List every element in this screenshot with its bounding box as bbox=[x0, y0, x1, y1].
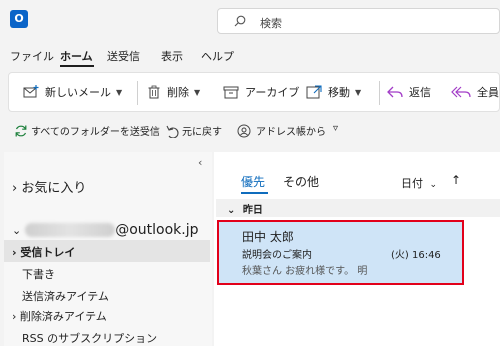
tab-other[interactable]: その他 bbox=[283, 173, 319, 190]
sort-label: 日付 bbox=[401, 177, 423, 190]
message-sender: 田中 太郎 bbox=[242, 230, 294, 244]
group-label: 昨日 bbox=[242, 205, 263, 216]
reply-label: 返信 bbox=[409, 86, 431, 99]
active-tab-indicator bbox=[60, 65, 94, 67]
archive-icon bbox=[223, 86, 239, 99]
tab-home[interactable]: ホーム bbox=[60, 48, 93, 64]
tab-send-receive[interactable]: 送受信 bbox=[107, 48, 140, 64]
new-mail-label: 新しいメール bbox=[45, 86, 111, 99]
message-preview: 秋葉さん お疲れ様です。 明 bbox=[242, 266, 368, 277]
folder-deleted[interactable]: › 削除済みアイテム bbox=[12, 308, 107, 324]
chevron-down-icon[interactable]: ▼ bbox=[194, 88, 200, 97]
message-item[interactable]: 田中 太郎 説明会のご案内 (火) 16:46 秋葉さん お疲れ様です。 明 bbox=[217, 220, 464, 285]
address-book-icon bbox=[237, 124, 251, 137]
send-receive-all-label: すべてのフォルダーを送受信 bbox=[31, 127, 160, 138]
folder-inbox[interactable]: › 受信トレイ bbox=[12, 244, 75, 260]
folder-label: 受信トレイ bbox=[20, 246, 76, 259]
send-receive-all-button[interactable]: すべてのフォルダーを送受信 bbox=[14, 123, 160, 138]
quick-access-toolbar: すべてのフォルダーを送受信 元に戻す アドレス帳から ▿ bbox=[0, 116, 500, 146]
new-mail-icon bbox=[23, 85, 39, 98]
reply-icon bbox=[387, 86, 403, 98]
outlook-logo-icon: O bbox=[10, 10, 28, 28]
reply-button[interactable]: 返信 bbox=[387, 84, 431, 100]
reply-all-button[interactable]: 全員 bbox=[451, 84, 499, 100]
more-options-label: ▿ bbox=[333, 123, 339, 134]
tab-file[interactable]: ファイル bbox=[10, 48, 54, 64]
account-domain: @outlook.jp bbox=[115, 222, 199, 238]
archive-label: アーカイブ bbox=[245, 86, 300, 99]
folder-sent[interactable]: 送信済みアイテム bbox=[22, 288, 109, 304]
reply-all-icon bbox=[451, 86, 471, 98]
favorites-folder[interactable]: › お気に入り bbox=[12, 177, 86, 196]
undo-icon bbox=[166, 125, 179, 138]
sync-icon bbox=[15, 125, 27, 136]
ribbon-divider bbox=[137, 81, 138, 105]
chevron-right-icon: › bbox=[12, 181, 18, 196]
move-label: 移動 bbox=[328, 86, 350, 99]
sort-direction-arrow-icon[interactable]: ↑ bbox=[451, 173, 461, 187]
message-time: (火) 16:46 bbox=[391, 250, 441, 261]
more-options-button[interactable]: ▿ bbox=[333, 123, 338, 134]
title-bar: O 検索 bbox=[0, 0, 500, 44]
move-folder-icon bbox=[306, 85, 322, 99]
reply-all-label: 全員 bbox=[477, 86, 499, 99]
search-icon bbox=[234, 15, 246, 27]
chevron-right-icon: › bbox=[12, 310, 17, 323]
search-box[interactable]: 検索 bbox=[217, 8, 500, 34]
folder-label: 削除済みアイテム bbox=[19, 310, 107, 323]
archive-button[interactable]: アーカイブ bbox=[223, 84, 299, 100]
undo-label: 元に戻す bbox=[182, 127, 222, 138]
collapse-pane-chevron-icon[interactable]: ‹ bbox=[198, 156, 202, 169]
folder-drafts[interactable]: 下書き bbox=[22, 266, 55, 282]
account-name-redacted bbox=[25, 223, 116, 237]
sort-dropdown[interactable]: 日付 ⌄ bbox=[401, 175, 437, 191]
chevron-down-icon[interactable]: ▼ bbox=[116, 88, 122, 97]
trash-icon bbox=[148, 85, 160, 99]
tab-focused[interactable]: 優先 bbox=[241, 173, 265, 190]
folder-label: 送信済みアイテム bbox=[22, 290, 109, 303]
favorites-label: お気に入り bbox=[21, 181, 87, 196]
folder-label: RSS のサブスクリプション bbox=[22, 332, 158, 345]
chevron-down-icon: ⌄ bbox=[227, 205, 236, 216]
tab-help[interactable]: ヘルプ bbox=[201, 48, 234, 64]
address-book-button[interactable]: アドレス帳から bbox=[237, 123, 326, 138]
date-group-label: ⌄ 昨日 bbox=[227, 201, 263, 216]
chevron-down-icon: ⌄ bbox=[429, 180, 438, 190]
folder-label: 下書き bbox=[22, 268, 55, 281]
ribbon-divider bbox=[379, 81, 380, 105]
undo-button[interactable]: 元に戻す bbox=[165, 123, 222, 138]
folder-rss[interactable]: RSS のサブスクリプション bbox=[22, 330, 157, 346]
search-input[interactable]: 検索 bbox=[260, 15, 282, 31]
move-button[interactable]: 移動 ▼ bbox=[306, 84, 361, 100]
account-header[interactable]: ⌄ @outlook.jp bbox=[12, 222, 199, 238]
address-book-label: アドレス帳から bbox=[256, 127, 326, 138]
delete-button[interactable]: 削除 ▼ bbox=[147, 84, 200, 100]
ribbon-toolbar: 新しいメール ▼ 削除 ▼ アーカイブ 移動 ▼ 返信 全員 bbox=[8, 72, 500, 112]
focused-tab-indicator bbox=[241, 192, 268, 194]
chevron-down-icon[interactable]: ▼ bbox=[355, 88, 361, 97]
chevron-right-icon: › bbox=[12, 246, 17, 259]
delete-label: 削除 bbox=[167, 86, 189, 99]
chevron-down-icon: ⌄ bbox=[12, 223, 22, 237]
tab-view[interactable]: 表示 bbox=[161, 48, 183, 64]
new-mail-button[interactable]: 新しいメール ▼ bbox=[23, 84, 122, 100]
message-subject: 説明会のご案内 bbox=[242, 250, 312, 261]
